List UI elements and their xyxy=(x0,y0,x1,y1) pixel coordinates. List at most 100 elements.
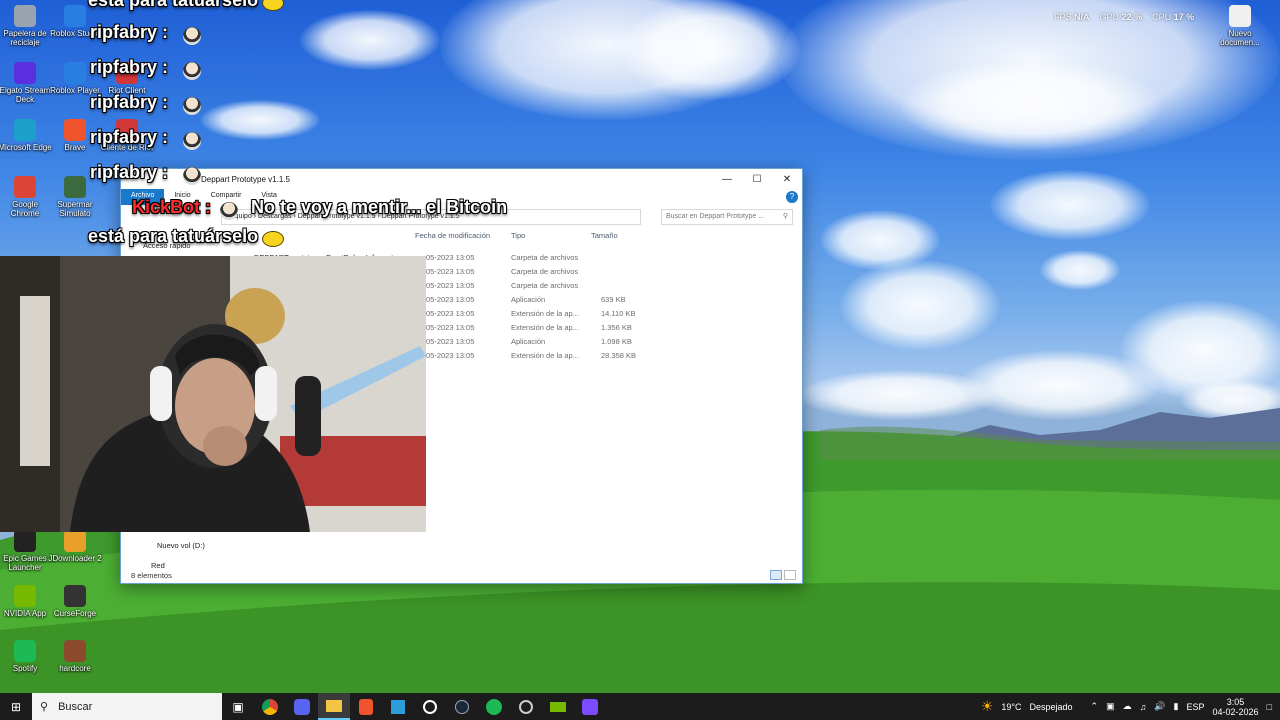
help-icon[interactable]: ? xyxy=(786,191,798,203)
window-titlebar[interactable]: Deppart Prototype v1.1.5 xyxy=(121,169,802,189)
game-icon xyxy=(64,176,86,198)
maximize-button[interactable]: ☐ xyxy=(742,169,772,189)
chat-text: No te voy a mentir... el Bitcoin xyxy=(251,197,508,217)
search-input[interactable]: Buscar en Deppart Prototype ... ⚲ xyxy=(661,209,793,225)
chat-message: ripfabry : xyxy=(90,162,168,183)
desktop-icon[interactable]: Google Chrome xyxy=(0,176,52,218)
desktop-icon[interactable]: Nuevo documen... xyxy=(1213,5,1267,47)
desktop-icon[interactable]: NVIDIA App xyxy=(0,585,52,618)
file-type: Extensión de la ap... xyxy=(511,309,579,318)
nav-drive-d[interactable]: Nuevo vol (D:) xyxy=(157,541,205,550)
chat-message: ripfabry : xyxy=(90,57,168,78)
desktop-icon[interactable]: JDownloader 2 xyxy=(48,530,102,563)
chat-message: ripfabry : xyxy=(90,22,168,43)
app-taskbar-icon[interactable] xyxy=(510,693,542,720)
steam-taskbar-icon[interactable] xyxy=(446,693,478,720)
desktop-icon[interactable]: Spotify xyxy=(0,640,52,673)
chat-message: está para tatuárselo xyxy=(88,226,258,247)
column-size[interactable]: Tamaño xyxy=(591,231,618,240)
file-type: Aplicación xyxy=(511,295,546,304)
task-view-icon[interactable]: ▣ xyxy=(222,693,254,720)
chat-username: está para tatuárselo xyxy=(88,226,259,246)
file-date: 05-2023 13:05 xyxy=(426,337,475,346)
file-explorer-taskbar-icon[interactable] xyxy=(318,693,350,720)
webcam-feed xyxy=(0,256,426,532)
microphone-icon[interactable]: ♫ xyxy=(1140,702,1147,712)
tray-app-icon[interactable]: ▣ xyxy=(1106,701,1115,712)
file-row[interactable]: 05-2023 13:05 Aplicación 639 KB xyxy=(421,293,641,307)
epic-games-icon xyxy=(14,530,36,552)
desktop-icon-label: Nuevo documen... xyxy=(1220,29,1260,47)
clock[interactable]: 3:05 04-02-2026 xyxy=(1213,697,1259,717)
desktop-icon[interactable]: Papelera de reciclaje xyxy=(0,5,52,47)
status-bar-count: 8 elementos xyxy=(131,571,172,580)
desktop-icon[interactable]: Epic Games Launcher xyxy=(0,530,52,572)
desktop-icon-label: JDownloader 2 xyxy=(48,554,102,563)
gpu-value: 22 % xyxy=(1121,12,1143,22)
roblox-studio-icon xyxy=(64,5,86,27)
weather-text[interactable]: Despejado xyxy=(1029,702,1072,712)
details-view-button[interactable] xyxy=(770,570,782,580)
file-row[interactable]: 05-2023 13:05 Carpeta de archivos xyxy=(421,265,641,279)
file-row[interactable]: 05-2023 13:05 Carpeta de archivos xyxy=(421,251,641,265)
taskbar: ⊞ ⚲ Buscar ▣ ☀ 19°C Despejado ⌃ ▣ ☁ ♫ 🔊 … xyxy=(0,693,1280,720)
file-type: Extensión de la ap... xyxy=(511,351,579,360)
file-date: 05-2023 13:05 xyxy=(426,267,475,276)
spotify-taskbar-icon[interactable] xyxy=(478,693,510,720)
desktop-icon-label: CurseForge xyxy=(53,609,97,618)
taskbar-search[interactable]: ⚲ Buscar xyxy=(32,693,222,720)
chat-message: ripfabry : xyxy=(90,92,168,113)
chat-username: está para tatuárselo xyxy=(88,0,259,10)
store-taskbar-icon[interactable] xyxy=(382,693,414,720)
grid-app-taskbar-icon[interactable] xyxy=(574,693,606,720)
desktop-icon-label: Epic Games Launcher xyxy=(3,554,47,572)
edge-icon xyxy=(14,119,36,141)
desktop-icon[interactable]: CurseForge xyxy=(48,585,102,618)
file-date: 05-2023 13:05 xyxy=(426,281,475,290)
file-row[interactable]: 05-2023 13:05 Extensión de la ap... 14.110… xyxy=(421,307,641,321)
file-type: Carpeta de archivos xyxy=(511,253,579,262)
performance-overlay: FPS N/A GPU 22 % CPU 17 % xyxy=(1054,12,1194,22)
desktop-icon[interactable]: Microsoft Edge xyxy=(0,119,52,152)
chat-username: ripfabry : xyxy=(90,22,169,42)
nav-network[interactable]: Red xyxy=(151,561,165,570)
file-row[interactable]: 05-2023 13:05 Extensión de la ap... 28.358… xyxy=(421,349,641,363)
emoji-icon xyxy=(262,231,284,247)
close-button[interactable]: ✕ xyxy=(772,169,802,189)
desktop-icon[interactable]: hardcore xyxy=(48,640,102,673)
file-row[interactable]: 05-2023 13:05 Extensión de la ap... 1.356 … xyxy=(421,321,641,335)
chrome-taskbar-icon[interactable] xyxy=(254,693,286,720)
nvidia-taskbar-icon[interactable] xyxy=(542,693,574,720)
large-icons-view-button[interactable] xyxy=(784,570,796,580)
volume-icon[interactable]: 🔊 xyxy=(1154,701,1165,712)
brave-icon xyxy=(64,119,86,141)
battery-icon[interactable]: ▮ xyxy=(1174,701,1179,712)
weather-icon: ☀ xyxy=(980,698,994,714)
discord-taskbar-icon[interactable] xyxy=(286,693,318,720)
chevron-up-icon[interactable]: ⌃ xyxy=(1091,701,1099,712)
desktop-icon[interactable]: Elgato Stream Deck xyxy=(0,62,52,104)
start-button[interactable]: ⊞ xyxy=(0,693,32,720)
file-row[interactable]: 05-2023 13:05 Aplicación 1.098 KB xyxy=(421,335,641,349)
recycle-bin-icon xyxy=(14,5,36,27)
column-modified[interactable]: Fecha de modificación xyxy=(415,231,490,240)
fps-label: FPS xyxy=(1054,12,1072,22)
file-row[interactable]: 05-2023 13:05 Carpeta de archivos xyxy=(421,279,641,293)
file-date: 05-2023 13:05 xyxy=(426,309,475,318)
minimize-button[interactable]: — xyxy=(712,169,742,189)
language-indicator[interactable]: ESP xyxy=(1187,702,1205,712)
column-type[interactable]: Tipo xyxy=(511,231,525,240)
hardcore-icon xyxy=(64,640,86,662)
obs-taskbar-icon[interactable] xyxy=(414,693,446,720)
search-icon: ⚲ xyxy=(40,701,49,713)
avatar xyxy=(220,202,238,220)
brave-taskbar-icon[interactable] xyxy=(350,693,382,720)
weather-temp[interactable]: 19°C xyxy=(1001,702,1021,712)
search-icon: ⚲ xyxy=(782,213,788,220)
file-date: 05-2023 13:05 xyxy=(426,351,475,360)
new-document-icon xyxy=(1229,5,1251,27)
avatar xyxy=(183,167,201,185)
network-icon[interactable]: ☁ xyxy=(1123,701,1132,712)
notifications-icon[interactable]: □ xyxy=(1267,702,1272,712)
chat-message: está para tatuárselo xyxy=(88,0,258,11)
